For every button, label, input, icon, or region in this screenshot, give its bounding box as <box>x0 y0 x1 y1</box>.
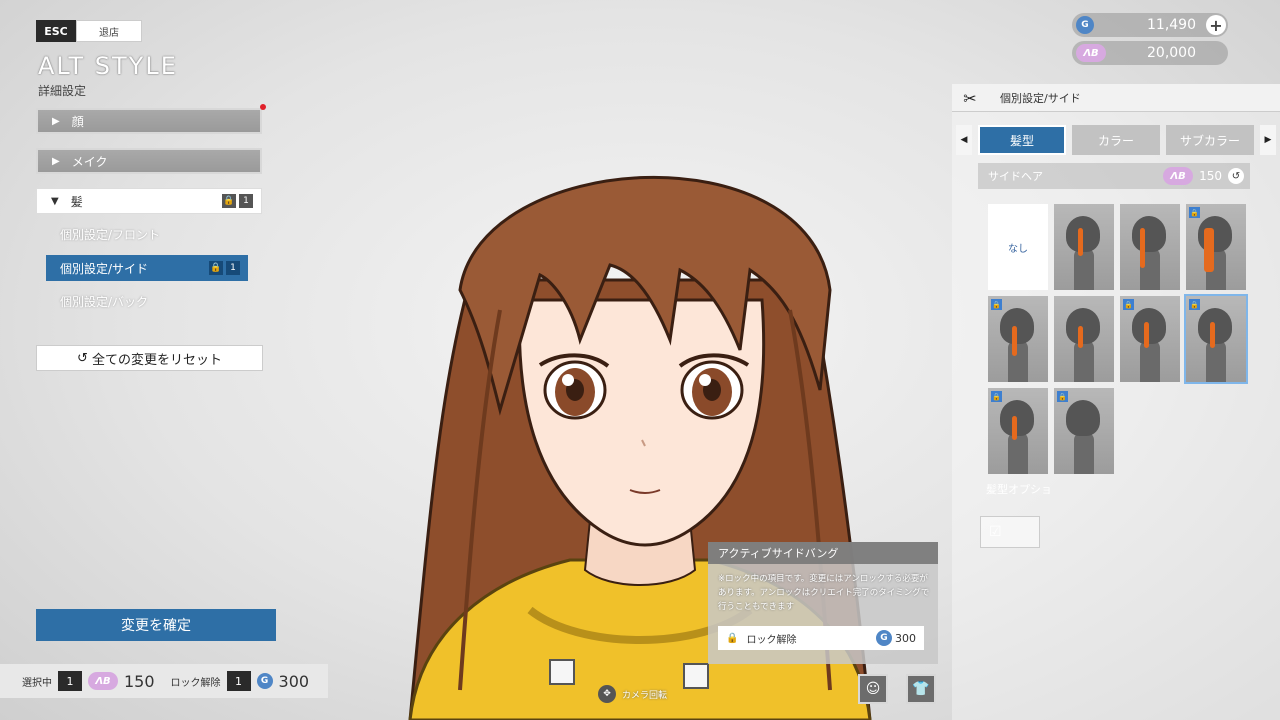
unlock-price-value: 300 <box>895 631 916 645</box>
tab-hairstyle[interactable]: 髪型 <box>978 125 1066 155</box>
exit-button[interactable]: 退店 <box>76 20 142 42</box>
reset-all-button[interactable]: ↺ 全ての変更をリセット <box>36 345 263 371</box>
lock-count: 1 <box>239 194 253 208</box>
selected-count: 1 <box>58 671 82 691</box>
checkbox-icon: ☑ <box>989 524 1002 540</box>
tab-subcolor[interactable]: サブカラー <box>1166 125 1254 155</box>
esc-button[interactable]: ESC <box>36 20 76 42</box>
confirm-changes-button[interactable]: 変更を確定 <box>36 609 276 641</box>
undo-icon: ↺ <box>77 350 88 366</box>
category-hair-label: 髪 <box>70 194 83 209</box>
category-makeup[interactable]: ▶ メイク <box>36 148 262 174</box>
page-subtitle: 詳細設定 <box>38 84 87 98</box>
side-hair-label: サイドヘア <box>988 170 1043 183</box>
ab-point-icon: ΛB <box>1163 167 1194 185</box>
hair-option[interactable]: 🔒 <box>988 296 1048 382</box>
unlock-price: G 300 <box>876 630 916 646</box>
unlock-label: ロック解除 <box>170 677 221 689</box>
ab-cost: 150 <box>124 671 155 691</box>
expand-arrow-icon: ▶ <box>52 155 60 167</box>
ab-point-icon: ΛB <box>88 672 118 690</box>
collapse-arrow-icon: ▼ <box>51 195 59 207</box>
submenu-side[interactable]: 個別設定/サイド 🔒 1 <box>46 255 248 281</box>
hair-option[interactable] <box>1120 204 1180 290</box>
reset-label: 全ての変更をリセット <box>91 352 222 368</box>
panel-tabs: ◀ 髪型 カラー サブカラー ▶ <box>956 125 1278 155</box>
lock-icon: 🔒 <box>991 391 1002 402</box>
lock-icon: 🔒 <box>991 299 1002 310</box>
hair-option[interactable]: 🔒 <box>988 388 1048 474</box>
pose-button[interactable]: ☺ <box>858 674 888 704</box>
ab-point-icon: ΛB <box>1076 44 1106 62</box>
lock-badges: 🔒 1 <box>209 261 240 275</box>
ab-balance: ΛB 20,000 <box>1072 41 1228 65</box>
category-face[interactable]: ▶ 顔 <box>36 108 262 134</box>
category-hair[interactable]: ▼ 髪 🔒 1 <box>36 188 262 214</box>
coin-icon: G <box>256 673 273 689</box>
coin-balance-value: 11,490 <box>1147 17 1196 33</box>
tooltip-title: アクティブサイドバング <box>708 542 938 564</box>
outfit-button[interactable]: 👕 <box>906 674 936 704</box>
camera-rotate-hint[interactable]: ✥ カメラ回転 <box>598 684 667 704</box>
revert-icon[interactable]: ↺ <box>1228 168 1244 184</box>
status-bar: 選択中 1 ΛB 150 ロック解除 1 G 300 <box>0 664 328 698</box>
panel-header: 個別設定/サイド <box>952 84 1280 112</box>
selected-label: 選択中 <box>22 677 52 689</box>
hair-option[interactable]: 🔒 <box>1120 296 1180 382</box>
coin-cost: 300 <box>278 671 310 691</box>
notification-dot <box>260 104 266 110</box>
submenu-front[interactable]: 個別設定/フロント <box>46 221 248 247</box>
hair-option[interactable]: 🔒 <box>1054 388 1114 474</box>
tab-prev-arrow-icon[interactable]: ◀ <box>956 125 972 155</box>
lock-icon: 🔒 <box>1189 299 1200 310</box>
lock-icon: 🔒 <box>726 632 739 644</box>
hair-option[interactable] <box>1054 296 1114 382</box>
lock-icon: 🔒 <box>222 194 236 208</box>
hair-option-selected[interactable]: 🔒 <box>1184 294 1248 384</box>
submenu-side-label: 個別設定/サイド <box>60 261 149 276</box>
camera-rotate-icon: ✥ <box>598 685 616 703</box>
side-hair-section: サイドヘア ΛB 150 ↺ <box>978 163 1250 189</box>
ab-balance-value: 20,000 <box>1147 45 1196 61</box>
lock-icon: 🔒 <box>1057 391 1068 402</box>
unlock-count: 1 <box>226 671 251 691</box>
submenu-back[interactable]: 個別設定/バック <box>46 288 248 314</box>
hair-option-label: 髪型オプショ <box>986 483 1052 496</box>
lock-icon: 🔒 <box>209 261 223 275</box>
expand-arrow-icon: ▶ <box>52 115 60 127</box>
tooltip-body: ※ロック中の項目です。変更にはアンロックする必要があります。アンロックはクリエイ… <box>718 574 930 612</box>
unlock-button-label: ロック解除 <box>746 634 797 646</box>
lock-icon: 🔒 <box>1123 299 1134 310</box>
hair-option-grid: なし 🔒 🔒 🔒 🔒 🔒 🔒 <box>988 204 1248 474</box>
shirt-icon: 👕 <box>912 681 930 697</box>
add-coins-button[interactable]: + <box>1206 15 1226 35</box>
hair-option-checkbox[interactable]: ☑ <box>980 516 1040 548</box>
hair-option[interactable] <box>1054 204 1114 290</box>
hair-option-none[interactable]: なし <box>988 204 1048 290</box>
camera-rotate-label: カメラ回転 <box>622 690 668 701</box>
tab-color[interactable]: カラー <box>1072 125 1160 155</box>
hair-option[interactable]: 🔒 <box>1186 204 1246 290</box>
side-hair-cost-value: 150 <box>1199 169 1222 183</box>
coin-icon: G <box>876 630 892 646</box>
lock-badges: 🔒 1 <box>222 194 253 208</box>
top-buttons: ESC 退店 <box>36 20 142 42</box>
lock-count: 1 <box>226 261 240 275</box>
scissors-icon: ✂ <box>963 88 977 108</box>
category-makeup-label: メイク <box>71 154 108 169</box>
coin-icon: G <box>1076 16 1094 34</box>
unlock-button[interactable]: 🔒 ロック解除 G 300 <box>718 626 924 650</box>
coin-balance: G 11,490 <box>1072 13 1228 37</box>
pose-icon: ☺ <box>865 681 881 697</box>
category-face-label: 顔 <box>71 114 84 129</box>
lock-icon: 🔒 <box>1189 207 1200 218</box>
tab-next-arrow-icon[interactable]: ▶ <box>1260 125 1276 155</box>
side-hair-cost: ΛB 150 ↺ <box>1163 167 1250 185</box>
page-title: ALT STYLE <box>38 52 178 80</box>
